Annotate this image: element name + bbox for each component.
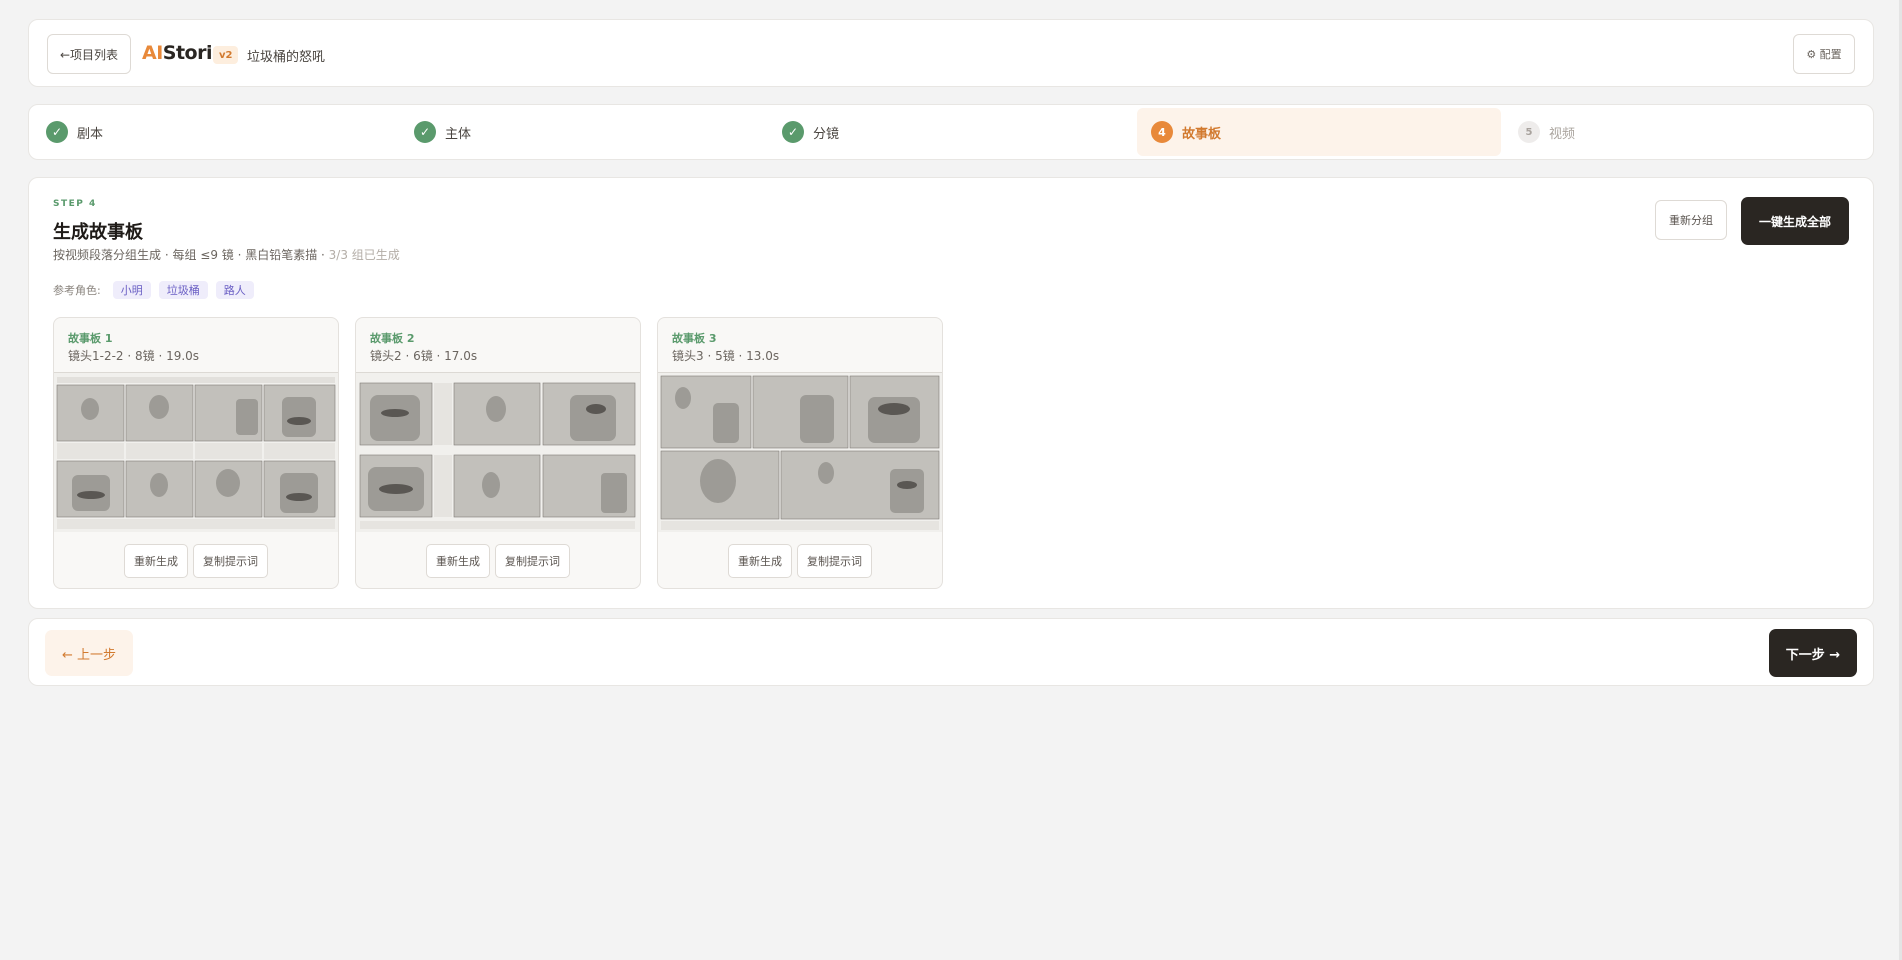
storyboard-image[interactable]: [658, 372, 942, 532]
storyboard-card: 故事板 1 镜头1-2-2 · 8镜 · 19.0s 重新生成 复制提示词: [53, 317, 339, 589]
storyboard-image[interactable]: [54, 372, 338, 532]
top-header: ←项目列表 AIStori v2 垃圾桶的怒吼 ⚙ 配置: [28, 19, 1874, 87]
subtitle-text: 按视频段落分组生成 · 每组 ≤9 镜 · 黑白铅笔素描 ·: [53, 248, 329, 262]
check-icon: ✓: [782, 121, 804, 143]
project-title: 垃圾桶的怒吼: [247, 50, 326, 65]
generation-status: 3/3 组已生成: [328, 248, 400, 262]
step-script[interactable]: ✓ 剧本: [32, 108, 398, 156]
step-label: 故事板: [1182, 126, 1222, 142]
board-actions: 重新生成 复制提示词: [658, 544, 942, 578]
storyboard-list: 故事板 1 镜头1-2-2 · 8镜 · 19.0s 重新生成 复制提示词 故事…: [53, 317, 943, 589]
ref-label: 参考角色:: [53, 284, 101, 297]
board-meta: 镜头1-2-2 · 8镜 · 19.0s: [68, 349, 200, 363]
check-icon: ✓: [414, 121, 436, 143]
step-label: 视频: [1549, 126, 1576, 142]
step-label: 主体: [445, 126, 472, 142]
step-label: 剧本: [77, 126, 104, 142]
step-subject[interactable]: ✓ 主体: [400, 108, 766, 156]
storyboard-card: 故事板 2 镜头2 · 6镜 · 17.0s 重新生成 复制提示词: [355, 317, 641, 589]
ref-chip-xiaoming[interactable]: 小明: [112, 281, 151, 299]
board-meta: 镜头2 · 6镜 · 17.0s: [370, 349, 478, 363]
board-title: 故事板 2: [370, 332, 415, 345]
step-progress-bar: ✓ 剧本 ✓ 主体 ✓ 分镜 4 故事板 5 视频: [28, 104, 1874, 160]
step-storyboard[interactable]: 4 故事板: [1137, 108, 1501, 156]
step-number: 4: [1151, 121, 1173, 143]
copy-prompt-button[interactable]: 复制提示词: [495, 544, 570, 578]
copy-prompt-button[interactable]: 复制提示词: [193, 544, 268, 578]
ref-chip-trashcan[interactable]: 垃圾桶: [158, 281, 208, 299]
step-number: 5: [1518, 121, 1540, 143]
copy-prompt-button[interactable]: 复制提示词: [797, 544, 872, 578]
page-title: 生成故事板: [53, 222, 143, 243]
logo-ai-text: AI: [142, 42, 163, 64]
storyboard-card: 故事板 3 镜头3 · 5镜 · 13.0s 重新生成 复制提示词: [657, 317, 943, 589]
regenerate-button[interactable]: 重新生成: [728, 544, 792, 578]
step-tag: STEP 4: [53, 199, 97, 209]
regenerate-button[interactable]: 重新生成: [124, 544, 188, 578]
step-navigation: ← 上一步 下一步 →: [28, 618, 1874, 686]
logo-stori-text: Stori: [162, 42, 213, 64]
back-to-projects-button[interactable]: ←项目列表: [47, 34, 131, 74]
regroup-button[interactable]: 重新分组: [1655, 200, 1727, 240]
step-shots[interactable]: ✓ 分镜: [768, 108, 1134, 156]
board-title: 故事板 1: [68, 332, 113, 345]
board-actions: 重新生成 复制提示词: [54, 544, 338, 578]
regenerate-button[interactable]: 重新生成: [426, 544, 490, 578]
storyboard-image[interactable]: [356, 372, 640, 532]
previous-step-button[interactable]: ← 上一步: [45, 630, 133, 676]
step-label: 分镜: [813, 126, 840, 142]
board-actions: 重新生成 复制提示词: [356, 544, 640, 578]
page-subtitle: 按视频段落分组生成 · 每组 ≤9 镜 · 黑白铅笔素描 · 3/3 组已生成: [53, 246, 400, 263]
generate-all-button[interactable]: 一键生成全部: [1741, 197, 1849, 245]
ref-chip-passerby[interactable]: 路人: [215, 281, 254, 299]
reference-characters: 参考角色: 小明 垃圾桶 路人: [53, 281, 254, 299]
version-badge: v2: [213, 46, 239, 64]
board-title: 故事板 3: [672, 332, 717, 345]
storyboard-panel: STEP 4 生成故事板 按视频段落分组生成 · 每组 ≤9 镜 · 黑白铅笔素…: [28, 177, 1874, 609]
board-meta: 镜头3 · 5镜 · 13.0s: [672, 349, 780, 363]
step-video[interactable]: 5 视频: [1504, 108, 1870, 156]
check-icon: ✓: [46, 121, 68, 143]
next-step-button[interactable]: 下一步 →: [1769, 629, 1857, 677]
app-logo: AIStori: [142, 42, 212, 64]
config-button[interactable]: ⚙ 配置: [1793, 34, 1855, 74]
